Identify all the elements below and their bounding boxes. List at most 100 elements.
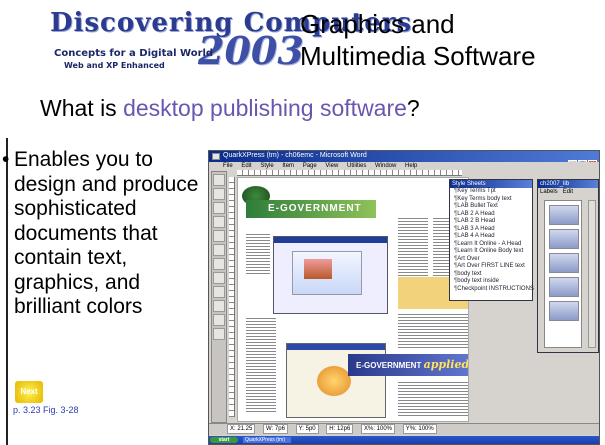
slide-title: Graphics and Multimedia Software bbox=[300, 8, 590, 72]
style-item[interactable]: Learn It Online Body text bbox=[450, 248, 532, 256]
app-menubar: File Edit Style Item Page View Utilities… bbox=[209, 162, 599, 170]
style-item[interactable]: LAB 4 A Head bbox=[450, 233, 532, 241]
library-item[interactable] bbox=[549, 253, 579, 273]
menu-utilities[interactable]: Utilities bbox=[347, 163, 366, 169]
bezier-tool-icon[interactable] bbox=[213, 272, 225, 284]
link-tool-icon[interactable] bbox=[213, 300, 225, 312]
question-suffix: ? bbox=[406, 95, 420, 121]
library-tab-edit[interactable]: Edit bbox=[563, 189, 573, 195]
layout-page: E-GOVERNMENT E-GOVERNMENT applied bbox=[237, 177, 469, 422]
style-item[interactable]: LAB Bullet Text bbox=[450, 203, 532, 211]
menu-help[interactable]: Help bbox=[405, 163, 417, 169]
library-item[interactable] bbox=[549, 205, 579, 225]
logo-subtagline: Web and XP Enhanced bbox=[64, 61, 165, 70]
web-page-image bbox=[273, 236, 388, 314]
style-sheets-palette: Style Sheets Key Terms Tpt Key Terms bod… bbox=[449, 179, 534, 301]
menu-style[interactable]: Style bbox=[260, 163, 273, 169]
slide-title-line1: Graphics and bbox=[300, 9, 455, 39]
unlink-tool-icon[interactable] bbox=[213, 314, 225, 326]
menu-page[interactable]: Page bbox=[303, 163, 317, 169]
measure-x-field[interactable]: X: 21.25 bbox=[227, 424, 256, 434]
style-item[interactable]: LAB 3 A Head bbox=[450, 226, 532, 234]
applied-word: applied bbox=[423, 358, 469, 371]
measure-w-field[interactable]: W: 7p6 bbox=[263, 424, 288, 434]
next-button[interactable]: Next bbox=[15, 381, 43, 403]
library-item[interactable] bbox=[549, 301, 579, 321]
discovering-computers-logo: Discovering Computers 2003 Concepts for … bbox=[50, 8, 411, 76]
oval-tool-icon[interactable] bbox=[213, 258, 225, 270]
bullet-rule bbox=[6, 138, 8, 445]
egov-banner-text: E-GOVERNMENT bbox=[268, 203, 362, 214]
library-scrollbar[interactable] bbox=[588, 200, 596, 348]
egov-banner: E-GOVERNMENT bbox=[246, 200, 376, 218]
windows-taskbar: start QuarkXPress (tm) bbox=[209, 436, 599, 444]
measure-xscale-field[interactable]: X%: 100% bbox=[360, 424, 396, 434]
style-item[interactable]: Key Terms Tpt bbox=[450, 188, 532, 196]
applied-banner-label: E-GOVERNMENT bbox=[356, 361, 422, 370]
next-button-label: Next bbox=[20, 387, 38, 396]
text-column bbox=[246, 234, 270, 274]
measurements-palette: X: 21.25 W: 7p6 Y: 5p0 H: 12p6 X%: 100% … bbox=[209, 423, 599, 435]
style-item[interactable]: LAB 2 A Head bbox=[450, 211, 532, 219]
rotate-tool-icon[interactable] bbox=[213, 202, 225, 214]
bullet-text: Enables you to design and produce sophis… bbox=[14, 148, 199, 318]
content-tool-icon[interactable] bbox=[213, 188, 225, 200]
slide-title-line2: Multimedia Software bbox=[300, 41, 536, 71]
menu-window[interactable]: Window bbox=[375, 163, 396, 169]
library-title: ch2007_lib bbox=[538, 180, 598, 188]
question-highlight: desktop publishing software bbox=[123, 95, 407, 121]
image-photo bbox=[304, 259, 332, 279]
style-item[interactable]: Learn It Online - A Head bbox=[450, 241, 532, 249]
image-photo bbox=[317, 366, 351, 396]
app-icon bbox=[212, 153, 220, 160]
desktop-publishing-screenshot: QuarkXPress (tm) - ch06emc - Microsoft W… bbox=[208, 150, 600, 445]
text-column bbox=[398, 382, 468, 418]
logo-year: 2003 bbox=[198, 28, 304, 73]
picture-box-tool-icon[interactable] bbox=[213, 244, 225, 256]
applied-banner-text: E-GOVERNMENT applied bbox=[356, 358, 469, 371]
measure-y-field[interactable]: Y: 5p0 bbox=[295, 424, 319, 434]
zoom-tool-icon[interactable] bbox=[213, 216, 225, 228]
text-column bbox=[246, 318, 276, 414]
egov-applied-banner: E-GOVERNMENT applied bbox=[348, 354, 469, 376]
style-item[interactable]: Key Terms body text bbox=[450, 196, 532, 204]
window-titlebar: QuarkXPress (tm) - ch06emc - Microsoft W… bbox=[209, 151, 599, 169]
table-tool-icon[interactable] bbox=[213, 328, 225, 340]
page-reference: p. 3.23 Fig. 3-28 bbox=[13, 405, 79, 415]
measure-yscale-field[interactable]: Y%: 100% bbox=[402, 424, 437, 434]
style-sheets-title: Style Sheets bbox=[450, 180, 532, 188]
text-column bbox=[398, 218, 428, 276]
window-title: QuarkXPress (tm) - ch06emc - Microsoft W… bbox=[223, 152, 367, 159]
taskbar-item[interactable]: QuarkXPress (tm) bbox=[243, 437, 291, 443]
style-item[interactable]: body text bbox=[450, 271, 532, 279]
library-palette: ch2007_lib Labels Edit bbox=[537, 179, 599, 353]
start-button[interactable]: start bbox=[210, 437, 238, 443]
slide-question: What is desktop publishing software? bbox=[40, 95, 420, 122]
measure-h-field[interactable]: H: 12p6 bbox=[326, 424, 354, 434]
image-titlebar bbox=[287, 344, 385, 350]
library-items bbox=[544, 200, 582, 348]
bullet-marker: • bbox=[2, 148, 10, 171]
style-item[interactable]: Art Over bbox=[450, 256, 532, 264]
style-item[interactable]: Art Over FIRST LINE text bbox=[450, 263, 532, 271]
menu-view[interactable]: View bbox=[325, 163, 338, 169]
horizontal-ruler bbox=[237, 170, 462, 176]
pointer-tool-icon[interactable] bbox=[213, 174, 225, 186]
library-tab-labels[interactable]: Labels bbox=[540, 189, 558, 195]
style-item[interactable]: body text inside bbox=[450, 278, 532, 286]
menu-file[interactable]: File bbox=[223, 163, 233, 169]
menu-edit[interactable]: Edit bbox=[241, 163, 251, 169]
style-item[interactable]: LAB 2 B Head bbox=[450, 218, 532, 226]
logo-tagline: Concepts for a Digital World bbox=[54, 48, 214, 59]
image-titlebar bbox=[274, 237, 387, 243]
library-item[interactable] bbox=[549, 229, 579, 249]
menu-item[interactable]: Item bbox=[282, 163, 294, 169]
library-tabs: Labels Edit bbox=[538, 188, 598, 196]
style-item[interactable]: Checkpoint INSTRUCTIONS bbox=[450, 286, 534, 294]
question-prefix: What is bbox=[40, 95, 124, 121]
line-tool-icon[interactable] bbox=[213, 286, 225, 298]
text-column bbox=[398, 314, 468, 350]
library-item[interactable] bbox=[549, 277, 579, 297]
text-box-tool-icon[interactable] bbox=[213, 230, 225, 242]
tool-palette bbox=[211, 171, 227, 423]
